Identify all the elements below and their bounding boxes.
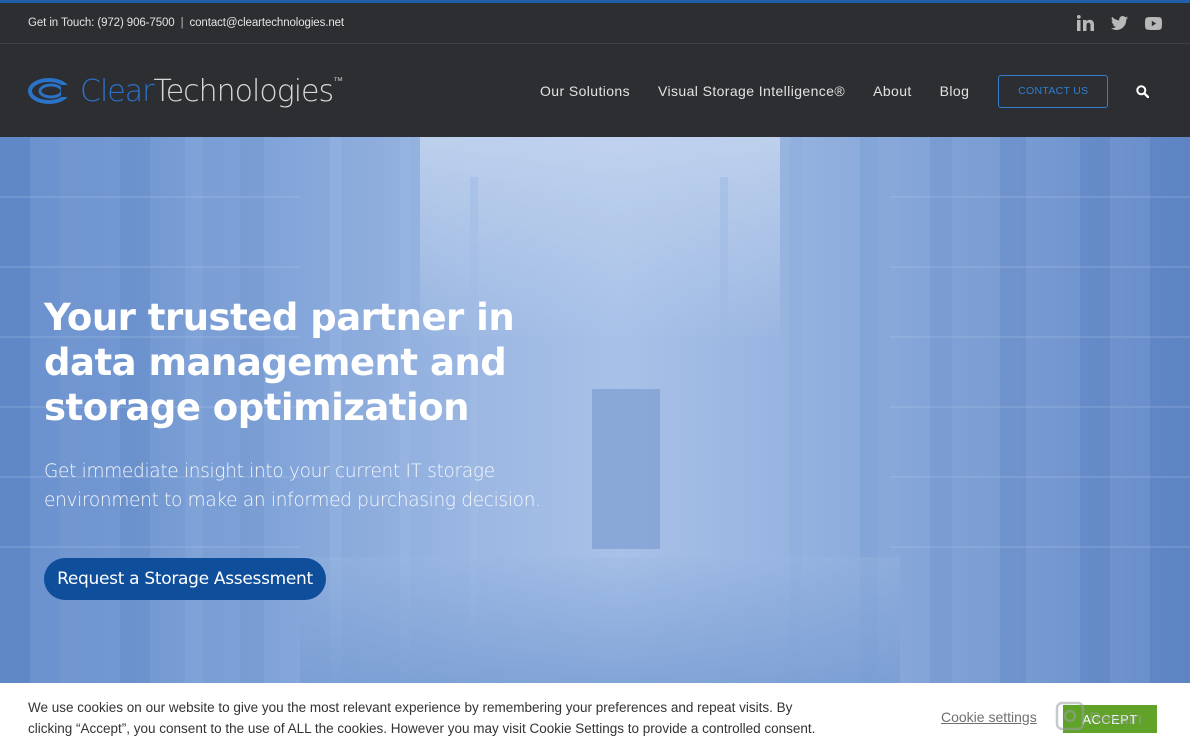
contact-info: Get in Touch: (972) 906-7500 | contact@c… [28, 17, 344, 29]
site-header: ClearTechnologies™ Our Solutions Visual … [0, 45, 1190, 137]
hero-subtitle: Get immediate insight into your current … [44, 461, 541, 511]
twitter-icon[interactable] [1110, 15, 1128, 31]
top-bar: Get in Touch: (972) 906-7500 | contact@c… [0, 3, 1190, 44]
cookie-banner-text: We use cookies on our website to give yo… [28, 700, 816, 736]
request-storage-assessment-button[interactable]: Request a Storage Assessment [44, 558, 326, 600]
hero-section: Your trusted partner in data management … [0, 137, 1190, 683]
nav-blog[interactable]: Blog [940, 83, 970, 99]
phone-text[interactable]: Get in Touch: (972) 906-7500 [28, 17, 175, 29]
main-nav: Our Solutions Visual Storage Intelligenc… [540, 45, 1150, 137]
hero-title: Your trusted partner in data management … [44, 296, 515, 429]
social-links [1076, 15, 1162, 31]
contact-us-button[interactable]: CONTACT US [998, 74, 1109, 108]
logo-wordmark: ClearTechnologies™ [80, 73, 343, 109]
linkedin-icon[interactable] [1076, 15, 1094, 31]
nav-visual-storage-intelligence[interactable]: Visual Storage Intelligence® [658, 83, 845, 99]
cookie-settings-link[interactable]: Cookie settings [941, 709, 1037, 725]
logo-trademark: ™ [333, 75, 343, 87]
search-icon[interactable] [1136, 84, 1150, 98]
logo-brand-part2: Technologies [153, 73, 334, 109]
contact-separator: | [180, 17, 184, 29]
cookie-banner: We use cookies on our website to give yo… [0, 683, 1190, 753]
nav-about[interactable]: About [873, 83, 912, 99]
revain-watermark-text: Revain [1089, 708, 1142, 728]
nav-our-solutions[interactable]: Our Solutions [540, 83, 630, 99]
logo-brand-part1: Clear [80, 73, 154, 109]
revain-watermark: Revain [1055, 701, 1142, 736]
site-logo[interactable]: ClearTechnologies™ [28, 73, 343, 109]
youtube-icon[interactable] [1144, 15, 1162, 31]
email-link[interactable]: contact@cleartechnologies.net [189, 17, 344, 29]
logo-swoosh-icon [28, 76, 74, 106]
revain-logo-icon [1055, 701, 1085, 736]
